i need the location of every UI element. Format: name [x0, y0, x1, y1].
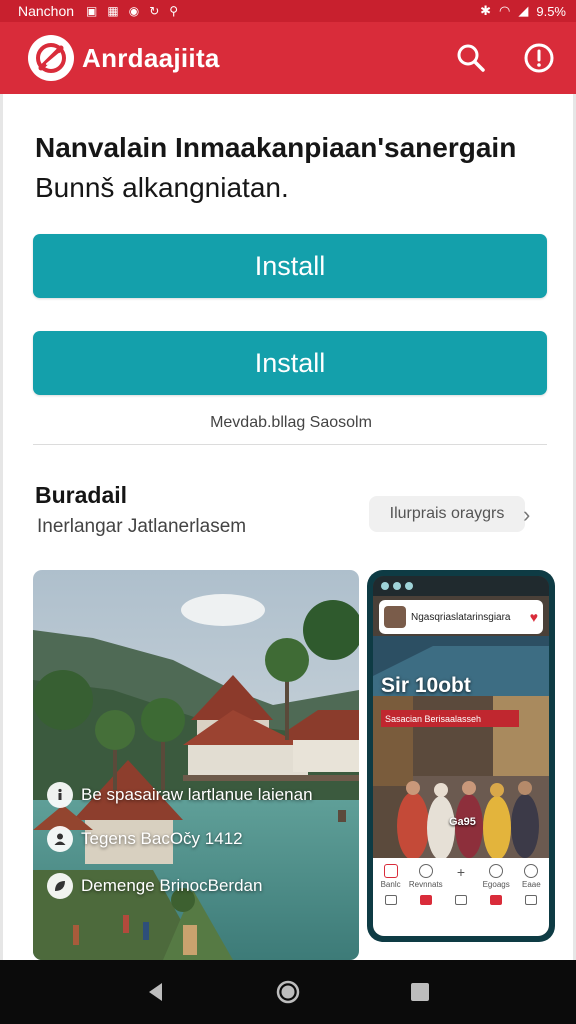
app-bar: Anrdaajiita: [0, 22, 576, 94]
phone-bottom-nav: Banlc Revnnats + Egoags Eaae: [373, 858, 549, 936]
wifi-icon: ◠: [499, 3, 511, 18]
carrier-label: Nanchon: [18, 3, 75, 19]
signal-icon: ◢: [518, 3, 529, 18]
see-more-chip[interactable]: Ilurprais oraygrs: [369, 496, 525, 532]
caption-text: Tegens BacOčy 1412: [81, 829, 243, 848]
search-icon[interactable]: [454, 41, 488, 75]
phone-notification-card: Ngasqriaslatarinsgiara ♥: [379, 600, 543, 634]
recents-icon[interactable]: [400, 972, 440, 1012]
logo-icon: [28, 35, 74, 81]
caption-text: Demenge BrinocBerdan: [81, 876, 263, 895]
phone-banner: Sasacian Berisaalasseh: [381, 710, 519, 727]
bookmark-icon: [490, 895, 503, 905]
image-icon: ▣: [86, 4, 98, 18]
phone-nav-profile: Eaae: [514, 864, 548, 889]
bag-icon: [525, 895, 538, 905]
back-icon[interactable]: [136, 972, 176, 1012]
phone-nav-secondary: [373, 889, 549, 905]
main-content: Nanvalain Inmaakanpiaan'sanergain Bunnš …: [0, 94, 576, 960]
section-subtitle: Inerlangar Jatlanerlasem: [37, 516, 247, 537]
install-button-secondary[interactable]: Install: [33, 331, 547, 395]
plus-icon: +: [456, 864, 466, 880]
system-nav-bar: [0, 960, 576, 1024]
car-icon: [419, 895, 432, 905]
phone-mockup[interactable]: Ngasqriaslatarinsgiara ♥ Sir 10obt Sasac…: [367, 570, 555, 942]
landscape-photo: [33, 570, 359, 960]
phone-nav-home: Banlc: [374, 864, 408, 889]
app-icon: ◉: [128, 4, 140, 18]
install-note: Mevdab.bllag Saosolm: [210, 414, 372, 431]
headline-line-2: Bunnš alkangniatan.: [35, 172, 289, 203]
gift-icon: [489, 864, 504, 878]
person-icon: [47, 826, 73, 852]
notification-icons: ▣ ▦ ◉ ↻ ⚲: [86, 4, 178, 18]
status-bar: Nanchon ▣ ▦ ◉ ↻ ⚲ ✱ ◠ ◢ 9.5%: [0, 0, 576, 22]
headline-line-1: Nanvalain Inmaakanpiaan'sanergain: [35, 132, 517, 163]
clock-icon: [454, 895, 467, 905]
bluetooth-icon: ✱: [480, 3, 492, 18]
bank-icon: [384, 895, 397, 905]
phone-headline: Sir 10obt: [381, 674, 471, 697]
leaf-icon: [47, 873, 73, 899]
photo-caption-row: Tegens BacOčy 1412: [47, 826, 243, 852]
gallery-icon: ▦: [107, 4, 119, 18]
phone-nav-search: Revnnats: [409, 864, 443, 889]
chevron-right-icon[interactable]: ›: [523, 502, 530, 528]
info-icon[interactable]: [522, 41, 556, 75]
destination-photo-card[interactable]: Be spasairaw lartlanue laienan Tegens Ba…: [33, 570, 359, 960]
photo-caption-row: Demenge BrinocBerdan: [47, 873, 262, 899]
section-title: Buradail: [35, 482, 128, 508]
phone-tag: Ga95: [449, 816, 476, 828]
profile-icon: [524, 864, 539, 878]
location-icon: ⚲: [169, 4, 179, 18]
battery-label: 9.5%: [536, 3, 566, 19]
search-icon: [418, 864, 433, 878]
page-headline: Nanvalain Inmaakanpiaan'sanergain Bunnš …: [35, 128, 555, 208]
caption-text: Be spasairaw lartlanue laienan: [81, 785, 313, 804]
divider: [33, 444, 547, 445]
phone-card-text: Ngasqriaslatarinsgiara: [411, 611, 511, 623]
phone-nav-add: +: [444, 864, 478, 889]
app-title: Anrdaajiita: [82, 42, 220, 73]
install-button-primary[interactable]: Install: [33, 234, 547, 298]
phone-status-bar: [373, 576, 549, 596]
heart-icon: ♥: [529, 609, 538, 625]
info-icon: [47, 782, 73, 808]
avatar: [384, 606, 406, 628]
home-icon: [383, 864, 398, 878]
sync-icon: ↻: [149, 4, 160, 18]
home-icon[interactable]: [268, 972, 308, 1012]
photo-caption-row: Be spasairaw lartlanue laienan: [47, 782, 313, 808]
phone-nav-gifts: Egoags: [479, 864, 513, 889]
phone-screen: Ngasqriaslatarinsgiara ♥ Sir 10obt Sasac…: [373, 576, 549, 936]
